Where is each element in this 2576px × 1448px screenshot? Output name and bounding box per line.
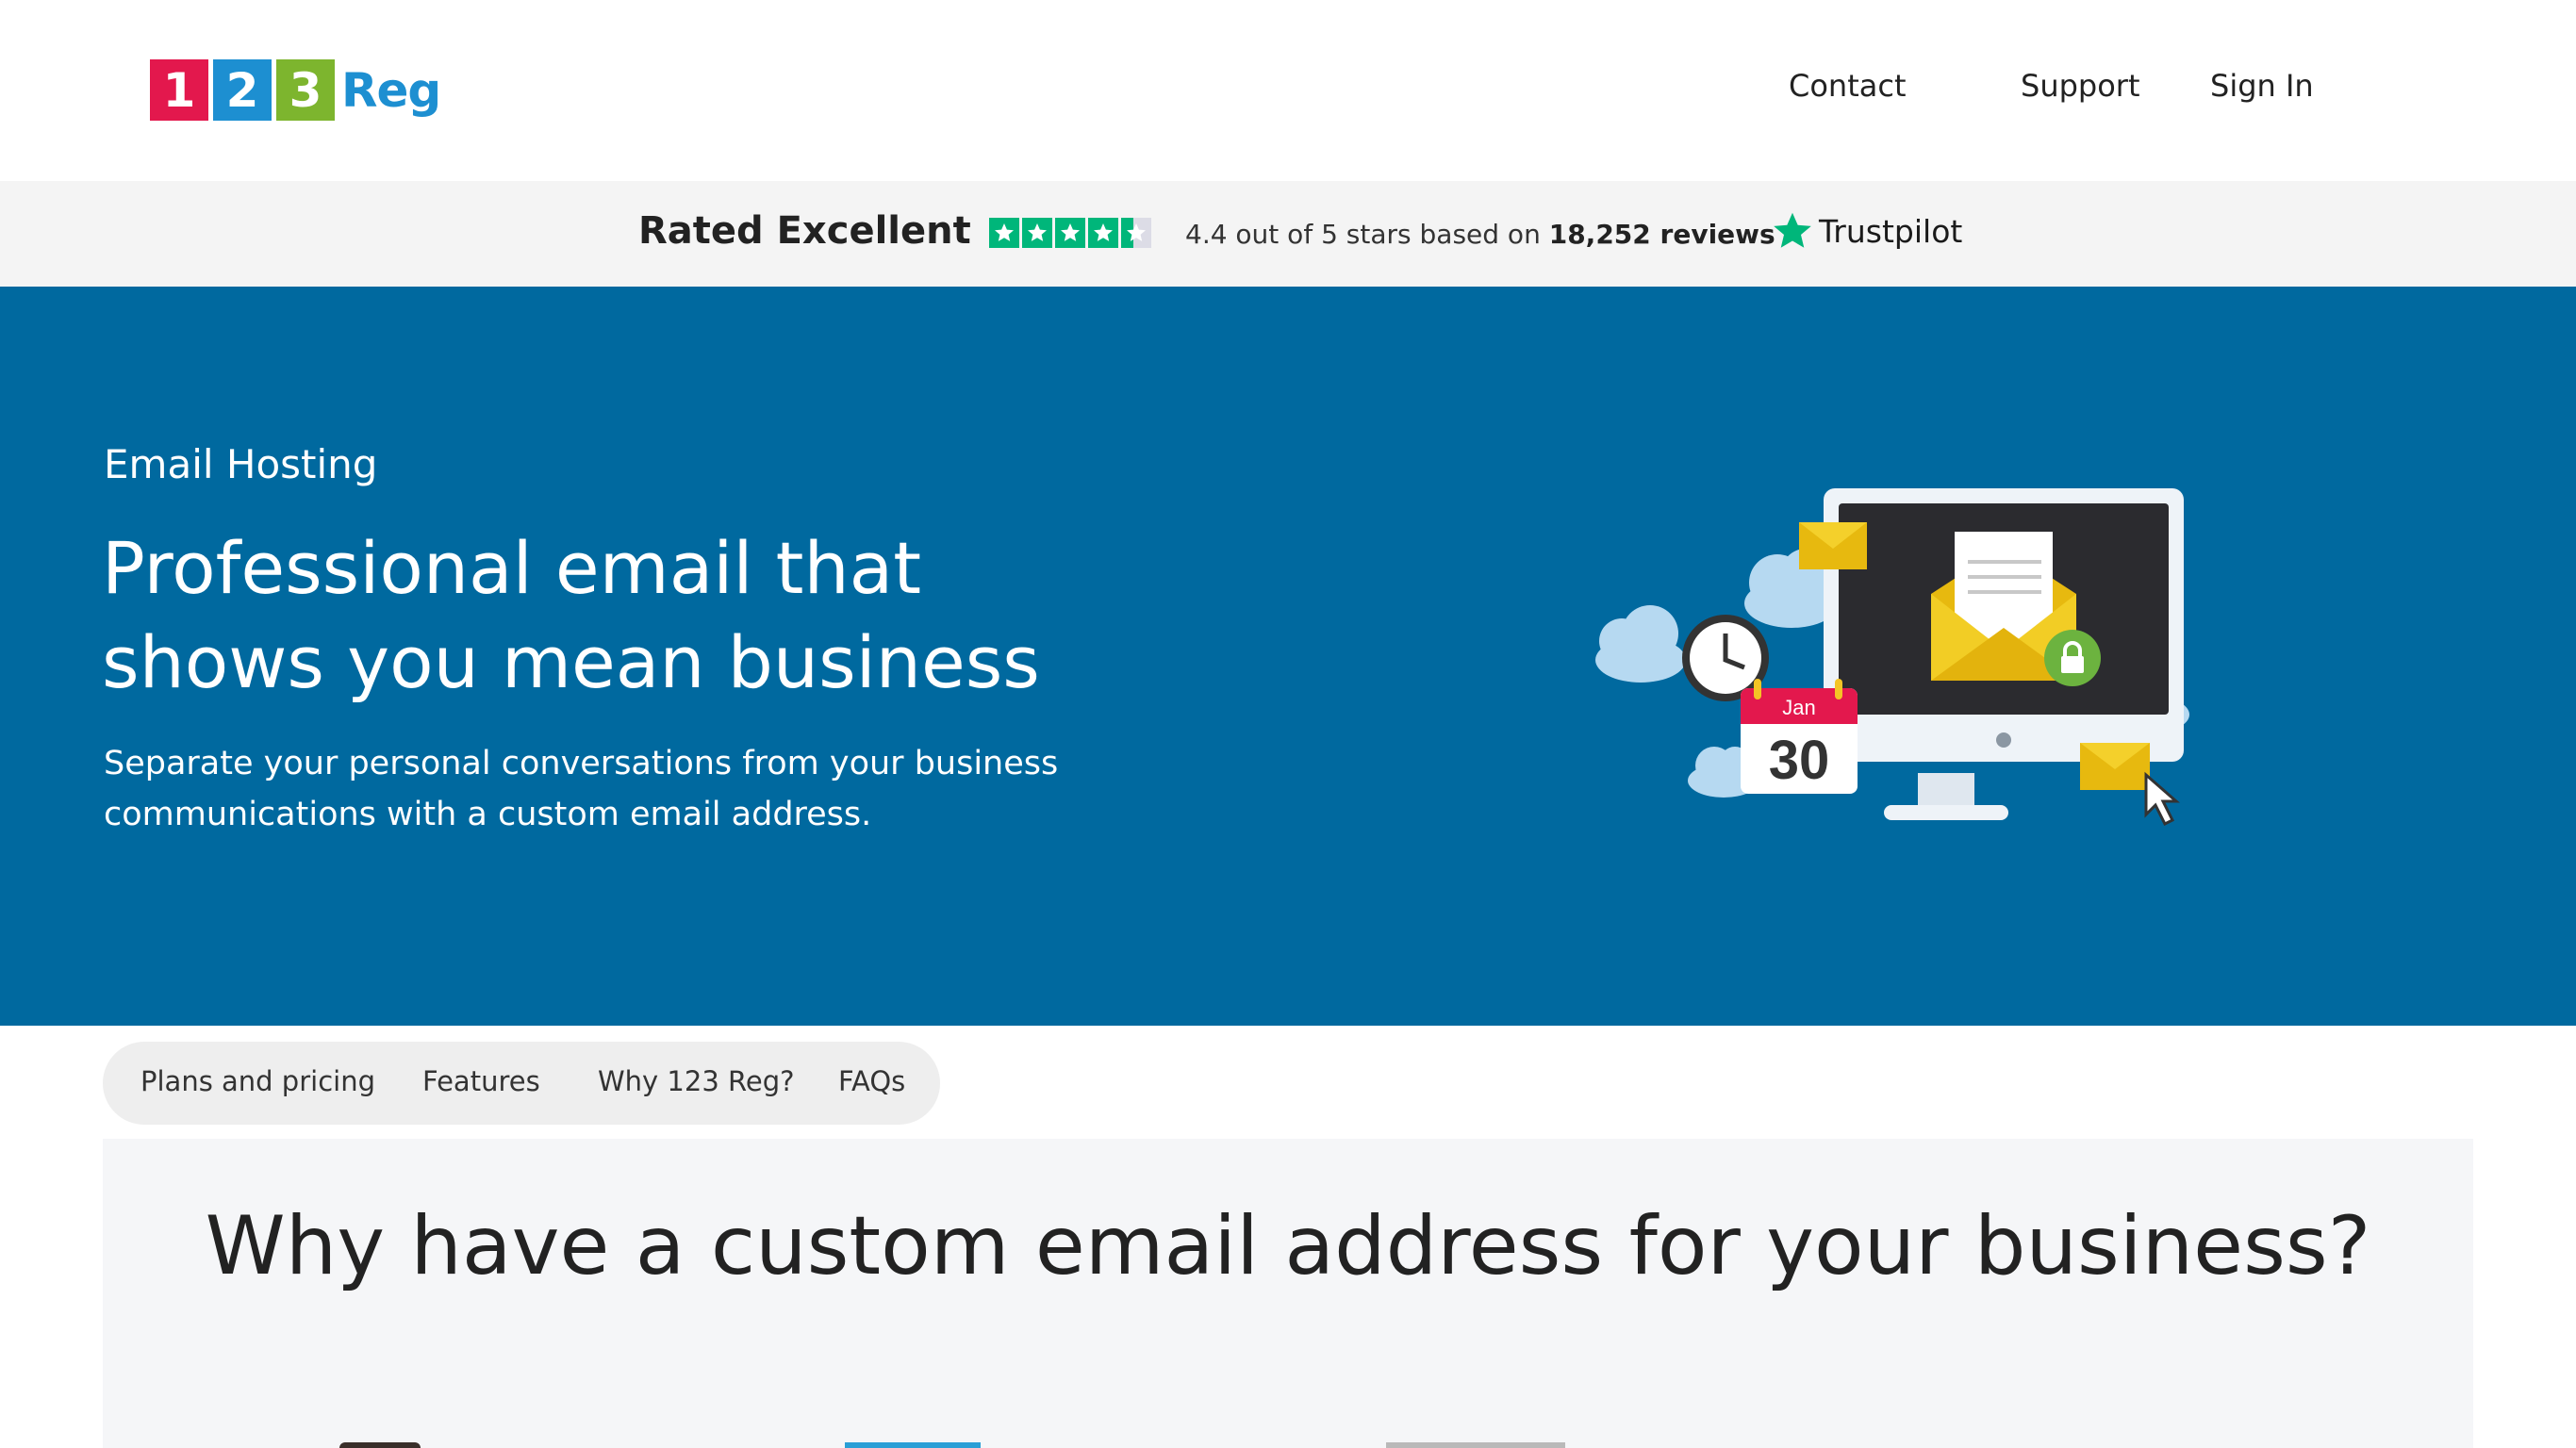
- star-icon: [989, 218, 1019, 248]
- star-icon: [1022, 218, 1052, 248]
- why-custom-email-section: [103, 1139, 2473, 1448]
- calendar-day: 30: [1769, 730, 1830, 791]
- nav-sign-in-link[interactable]: Sign In: [2210, 68, 2314, 104]
- trustpilot-rated-label: Rated Excellent: [638, 209, 971, 253]
- section-title: Why have a custom email address for your…: [205, 1199, 2371, 1293]
- trustpilot-logo[interactable]: Trustpilot: [1772, 210, 1962, 252]
- feature-image-peek: [845, 1442, 981, 1448]
- logo-digit-2: 2: [213, 59, 272, 121]
- cursor-icon: [2144, 771, 2180, 827]
- review-count: 18,252 reviews: [1548, 219, 1775, 250]
- trustpilot-stars: [989, 218, 1154, 248]
- mail-icon: [1799, 522, 1867, 569]
- subnav-faqs[interactable]: FAQs: [838, 1065, 905, 1097]
- half-star-icon: [1121, 218, 1151, 248]
- lock-icon: [2044, 630, 2101, 686]
- feature-image-peek: [339, 1442, 421, 1448]
- logo-digit-3: 3: [276, 59, 335, 121]
- nav-contact-link[interactable]: Contact: [1789, 68, 1907, 104]
- calendar-month: Jan: [1782, 696, 1815, 719]
- feature-image-peek: [1386, 1442, 1565, 1448]
- cloud-icon: [1595, 605, 1686, 683]
- trustpilot-rating-text: 4.4 out of 5 stars based on 18,252 revie…: [1185, 219, 1775, 250]
- rating-summary: 4.4 out of 5 stars based on: [1185, 219, 1541, 250]
- trustpilot-star-icon: [1774, 212, 1811, 248]
- trustpilot-brand: Trustpilot: [1819, 212, 1963, 250]
- email-hosting-illustration: Jan 30: [1595, 488, 2189, 827]
- logo-word: Reg: [341, 62, 441, 118]
- calendar-icon: Jan 30: [1741, 679, 1858, 794]
- star-icon: [1055, 218, 1085, 248]
- logo-digit-1: 1: [150, 59, 208, 121]
- hero-title: Professional email that shows you mean b…: [102, 526, 1040, 704]
- mail-icon: [2080, 743, 2150, 790]
- subnav-features[interactable]: Features: [422, 1065, 540, 1097]
- star-icon: [1088, 218, 1118, 248]
- hero-eyebrow: Email Hosting: [104, 441, 378, 487]
- hero-subtitle: Separate your personal conversations fro…: [104, 745, 1059, 833]
- subnav-plans-pricing[interactable]: Plans and pricing: [140, 1065, 375, 1097]
- subnav-why-123reg[interactable]: Why 123 Reg?: [598, 1065, 795, 1097]
- nav-support-link[interactable]: Support: [2021, 68, 2140, 104]
- logo-123reg[interactable]: 1 2 3 Reg: [150, 59, 441, 121]
